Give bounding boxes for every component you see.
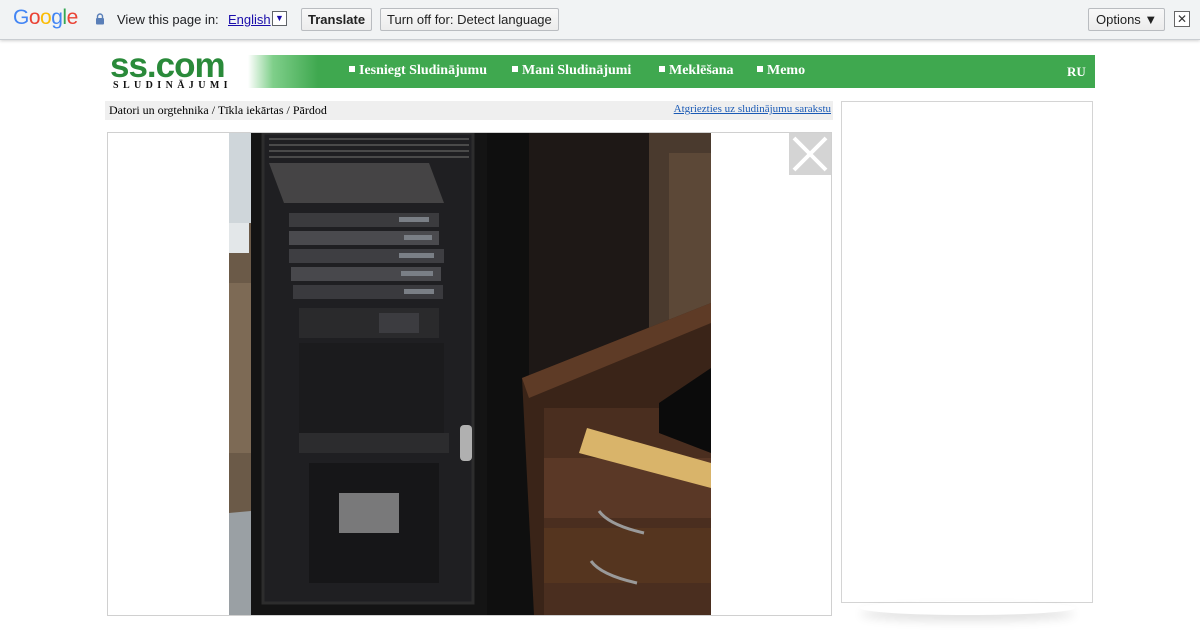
bullet-icon <box>512 66 518 72</box>
language-dropdown-icon[interactable]: ▼ <box>272 11 287 26</box>
ad-placeholder <box>841 101 1093 603</box>
language-switch-ru[interactable]: RU <box>1067 64 1086 80</box>
logo-letter: o <box>40 6 52 29</box>
logo-letter: G <box>13 6 29 29</box>
main-nav: Iesniegt Sludinājumu Mani Sludinājumi Me… <box>248 55 1095 88</box>
nav-item-my-ads[interactable]: Mani Sludinājumi <box>512 63 631 79</box>
nav-label: Iesniegt Sludinājumu <box>359 63 487 78</box>
language-link[interactable]: English <box>228 12 271 27</box>
bullet-icon <box>349 66 355 72</box>
logo-letter: e <box>66 6 79 29</box>
back-to-list-link[interactable]: Atgriezties uz sludinājumu sarakstu <box>674 103 831 115</box>
close-translate-bar-icon[interactable]: ✕ <box>1174 11 1190 27</box>
photo-viewer <box>107 132 832 616</box>
turn-off-button[interactable]: Turn off for: Detect language <box>380 8 559 31</box>
nav-label: Mani Sludinājumi <box>522 63 632 78</box>
lock-icon <box>96 13 104 25</box>
bullet-icon <box>757 66 763 72</box>
site-logo[interactable]: ss.com SLUDINĀJUMI <box>110 46 250 93</box>
nav-item-search[interactable]: Meklēšana <box>659 63 734 79</box>
breadcrumb-path[interactable]: Datori un orgtehnika / Tīkla iekārtas / … <box>109 103 327 118</box>
breadcrumb: Datori un orgtehnika / Tīkla iekārtas / … <box>105 101 833 120</box>
translate-button[interactable]: Translate <box>301 8 373 31</box>
bullet-icon <box>659 66 665 72</box>
logo-letter: o <box>28 6 41 29</box>
nav-item-submit-ad[interactable]: Iesniegt Sludinājumu <box>349 63 487 79</box>
translate-label: View this page in: <box>117 12 219 27</box>
logo-letter: g <box>51 6 63 29</box>
nav-label: Meklēšana <box>669 63 734 78</box>
options-button[interactable]: Options ▼ <box>1088 8 1166 31</box>
listing-photo[interactable] <box>229 133 711 615</box>
google-logo: Google <box>13 6 78 30</box>
translate-bar: Google View this page in: English ▼ Tran… <box>0 0 1200 40</box>
server-rack-photo-image <box>229 133 711 615</box>
close-photo-icon[interactable] <box>789 133 831 175</box>
nav-label: Memo <box>767 63 806 78</box>
nav-item-memo[interactable]: Memo <box>757 63 805 79</box>
ad-shadow <box>860 601 1075 615</box>
logo-subtitle: SLUDINĀJUMI <box>113 80 232 91</box>
